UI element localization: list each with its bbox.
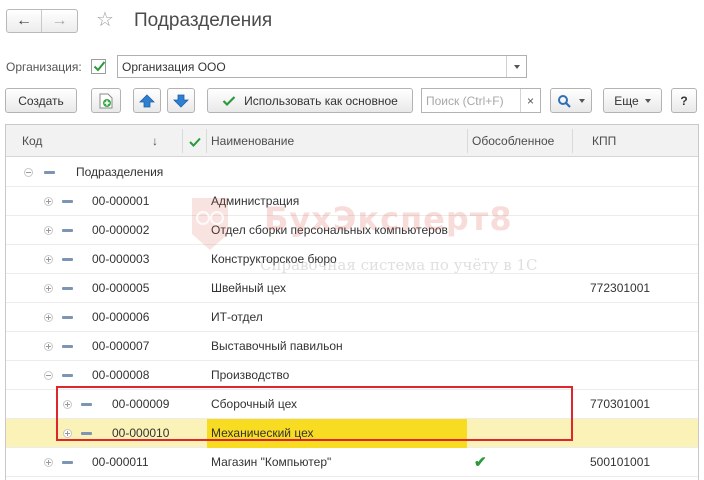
column-divider	[572, 129, 573, 153]
table-row[interactable]: 00-000001 Администрация	[6, 187, 698, 216]
expand-toggle-icon[interactable]	[44, 284, 53, 293]
collapse-toggle-icon[interactable]	[24, 168, 33, 177]
organization-field[interactable]: Организация ООО	[117, 55, 527, 78]
table-row[interactable]: 00-000002 Отдел сборки персональных комп…	[6, 216, 698, 245]
help-button[interactable]: ?	[671, 88, 697, 113]
row-kpp: 770301001	[590, 397, 651, 411]
expand-toggle-icon[interactable]	[44, 458, 53, 467]
group-icon	[44, 171, 55, 174]
help-icon: ?	[680, 93, 688, 108]
chevron-down-icon	[579, 98, 585, 103]
back-button[interactable]: ←	[7, 10, 43, 32]
expand-toggle-icon[interactable]	[44, 197, 53, 206]
column-header-separate[interactable]: Обособленное	[472, 125, 554, 157]
clear-search-button[interactable]: ×	[520, 89, 540, 112]
group-icon	[62, 287, 73, 290]
group-icon	[62, 345, 73, 348]
row-name: Подразделения	[76, 165, 164, 179]
group-icon	[62, 229, 73, 232]
separate-checkmark-icon: ✔	[474, 454, 487, 471]
column-header-name[interactable]: Наименование	[211, 125, 294, 157]
group-icon	[62, 200, 73, 203]
more-label: Еще	[614, 93, 639, 108]
arrow-left-icon: ←	[16, 12, 32, 29]
move-down-button[interactable]	[167, 88, 195, 113]
search-options-button[interactable]	[550, 88, 592, 113]
column-divider	[467, 129, 468, 153]
collapse-toggle-icon[interactable]	[44, 371, 53, 380]
row-name: Конструкторское бюро	[211, 252, 337, 266]
column-header-kpp[interactable]: КПП	[592, 125, 616, 157]
magnifier-icon	[558, 94, 571, 108]
create-button[interactable]: Создать	[5, 88, 77, 113]
column-header-code[interactable]: Код	[22, 125, 42, 157]
create-button-label: Создать	[18, 93, 64, 108]
group-icon	[62, 461, 73, 464]
title-bar: ← → ☆ Подразделения	[0, 0, 704, 44]
nav-buttons: ← →	[6, 9, 78, 33]
organization-label: Организация:	[6, 60, 82, 74]
search-input[interactable]: Поиск (Ctrl+F) ×	[421, 88, 541, 113]
create-group-button[interactable]	[91, 88, 121, 113]
table-row[interactable]: Подразделения	[6, 158, 698, 187]
arrow-right-icon: →	[51, 12, 68, 29]
more-button[interactable]: Еще	[603, 88, 662, 113]
use-as-default-button[interactable]: Использовать как основное	[207, 88, 413, 113]
row-name: Швейный цех	[211, 281, 287, 295]
toolbar: Создать Использовать как основное Поиск …	[0, 88, 704, 114]
table-row[interactable]: 00-000003 Конструкторское бюро	[6, 245, 698, 274]
highlight-frame	[56, 386, 573, 441]
row-name: Магазин "Компьютер"	[211, 455, 332, 469]
column-header-default-check[interactable]	[189, 126, 201, 158]
arrow-up-icon	[139, 93, 155, 107]
chevron-down-icon	[513, 64, 520, 69]
expand-toggle-icon[interactable]	[44, 313, 53, 322]
column-divider	[206, 129, 207, 153]
row-code: 00-000003	[92, 252, 150, 266]
expand-toggle-icon[interactable]	[44, 342, 53, 351]
row-name: Администрация	[211, 194, 300, 208]
move-up-button[interactable]	[133, 88, 161, 113]
table-header: Код ↓ Наименование Обособленное КПП	[6, 125, 698, 157]
search-placeholder: Поиск (Ctrl+F)	[426, 94, 504, 108]
row-kpp: 500101001	[590, 455, 651, 469]
expand-toggle-icon[interactable]	[44, 255, 53, 264]
row-code: 00-000006	[92, 310, 150, 324]
organization-row: Организация: Организация ООО	[0, 54, 704, 80]
chevron-down-icon	[644, 98, 651, 103]
checkmark-icon	[93, 61, 106, 72]
use-as-default-label: Использовать как основное	[244, 93, 398, 108]
row-code: 00-000001	[92, 194, 150, 208]
table-row[interactable]: 00-000011 Магазин "Компьютер" ✔ 50010100…	[6, 448, 698, 477]
row-code: 00-000002	[92, 223, 150, 237]
row-name: Выставочный павильон	[211, 339, 343, 353]
organization-value: Организация ООО	[122, 60, 226, 74]
row-code: 00-000007	[92, 339, 150, 353]
sort-down-icon[interactable]: ↓	[152, 125, 158, 157]
favorite-star-icon[interactable]: ☆	[96, 9, 114, 31]
row-name: Отдел сборки персональных компьютеров	[211, 223, 448, 237]
row-name: ИТ-отдел	[211, 310, 263, 324]
forward-button[interactable]: →	[42, 10, 77, 32]
group-icon	[62, 316, 73, 319]
table-row[interactable]: 00-000007 Выставочный павильон	[6, 332, 698, 361]
table-row[interactable]: 00-000005 Швейный цех 772301001	[6, 274, 698, 303]
checkmark-icon	[222, 95, 236, 106]
table-row[interactable]: 00-000006 ИТ-отдел	[6, 303, 698, 332]
page-title: Подразделения	[134, 10, 273, 31]
organization-dropdown-button[interactable]	[506, 56, 526, 77]
arrow-down-icon	[173, 94, 189, 108]
row-kpp: 772301001	[590, 281, 651, 295]
group-icon	[62, 258, 73, 261]
organization-checkbox[interactable]	[91, 59, 106, 74]
checkmark-icon	[189, 137, 201, 147]
row-code: 00-000005	[92, 281, 150, 295]
add-document-icon	[99, 93, 113, 108]
expand-toggle-icon[interactable]	[44, 226, 53, 235]
row-code: 00-000011	[92, 455, 149, 469]
column-divider	[182, 129, 183, 153]
group-icon	[62, 374, 73, 377]
close-icon: ×	[526, 93, 534, 108]
